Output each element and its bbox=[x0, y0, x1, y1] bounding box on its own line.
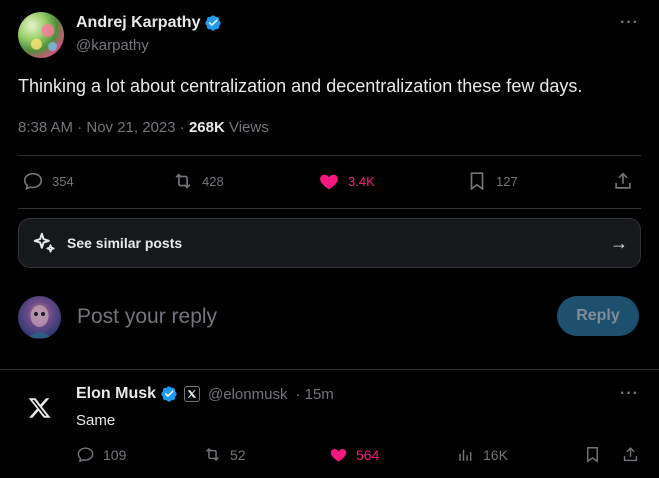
reply-icon bbox=[23, 172, 43, 191]
reply-age[interactable]: · 15m bbox=[295, 386, 333, 403]
heart-filled-icon bbox=[320, 174, 338, 190]
arrow-right-icon: → bbox=[610, 232, 628, 253]
divider bbox=[18, 155, 641, 156]
avatar-face-icon bbox=[28, 305, 51, 338]
tweet-meta: 8:38 AM · Nov 21, 2023 · 268K Views bbox=[18, 119, 269, 136]
reply-repost-count: 52 bbox=[230, 446, 246, 463]
bookmark-count: 127 bbox=[496, 173, 518, 189]
reply-views-count: 16K bbox=[483, 446, 508, 463]
reply-author-avatar[interactable] bbox=[22, 390, 58, 426]
reply-repost-action[interactable]: 52 bbox=[203, 445, 246, 464]
tweet-timestamp[interactable]: 8:38 AM · Nov 21, 2023 · bbox=[18, 119, 189, 136]
reply-icon bbox=[77, 447, 94, 463]
views-chart-icon bbox=[459, 449, 472, 461]
reply-share-action[interactable] bbox=[621, 445, 640, 464]
reply-reply-count: 109 bbox=[103, 446, 127, 463]
verified-badge-icon bbox=[161, 386, 177, 402]
reply-author-handle[interactable]: @elonmusk bbox=[208, 386, 287, 403]
reply-text: Same bbox=[76, 412, 116, 429]
reply-action[interactable]: 354 bbox=[22, 170, 74, 192]
share-icon bbox=[615, 172, 631, 189]
author-handle[interactable]: @karpathy bbox=[76, 37, 149, 54]
reply-button[interactable]: Reply bbox=[557, 296, 639, 336]
like-action[interactable]: 3.4K bbox=[318, 170, 375, 192]
repost-icon bbox=[175, 173, 191, 189]
more-options-icon[interactable]: ··· bbox=[620, 14, 639, 32]
share-action[interactable] bbox=[612, 170, 634, 192]
bookmark-icon bbox=[470, 172, 484, 191]
see-similar-posts-label: See similar posts bbox=[67, 235, 183, 251]
reply-author-name[interactable]: Elon Musk bbox=[76, 385, 156, 403]
divider bbox=[0, 369, 659, 370]
sparkle-icon bbox=[33, 232, 55, 253]
repost-count: 428 bbox=[202, 173, 224, 189]
verified-badge-icon bbox=[205, 15, 222, 31]
repost-action[interactable]: 428 bbox=[172, 170, 224, 192]
reply-author-row: Elon Musk @elonmusk · 15m bbox=[76, 385, 334, 403]
reply-views-action[interactable]: 16K bbox=[456, 445, 508, 464]
author-name[interactable]: Andrej Karpathy bbox=[76, 14, 200, 32]
bookmark-action[interactable]: 127 bbox=[466, 170, 518, 192]
reply-like-count: 564 bbox=[356, 446, 380, 463]
affiliate-x-badge-icon bbox=[184, 386, 201, 402]
reply-compose-input[interactable] bbox=[77, 302, 537, 332]
divider bbox=[18, 208, 641, 209]
views-count: 268K bbox=[188, 119, 225, 136]
reply-like-action[interactable]: 564 bbox=[329, 445, 379, 464]
reply-more-options-icon[interactable]: ··· bbox=[620, 385, 639, 403]
author-name-row[interactable]: Andrej Karpathy bbox=[76, 14, 222, 32]
author-avatar[interactable] bbox=[18, 12, 64, 58]
see-similar-posts-button[interactable]: See similar posts → bbox=[18, 218, 641, 268]
repost-icon bbox=[206, 447, 219, 462]
x-logo-icon bbox=[28, 398, 51, 418]
heart-filled-icon bbox=[330, 448, 347, 462]
reply-count: 354 bbox=[52, 173, 74, 189]
like-count: 3.4K bbox=[348, 173, 375, 189]
share-icon bbox=[623, 447, 638, 462]
current-user-avatar[interactable] bbox=[18, 296, 61, 339]
tweet-text: Thinking a lot about centralization and … bbox=[18, 76, 583, 96]
views-label: Views bbox=[224, 119, 269, 136]
reply-reply-action[interactable]: 109 bbox=[76, 445, 126, 464]
tweet-action-bar: 354 428 3.4K 127 bbox=[18, 164, 641, 204]
reply-bookmark-action[interactable] bbox=[583, 445, 602, 464]
bookmark-icon bbox=[587, 447, 598, 463]
